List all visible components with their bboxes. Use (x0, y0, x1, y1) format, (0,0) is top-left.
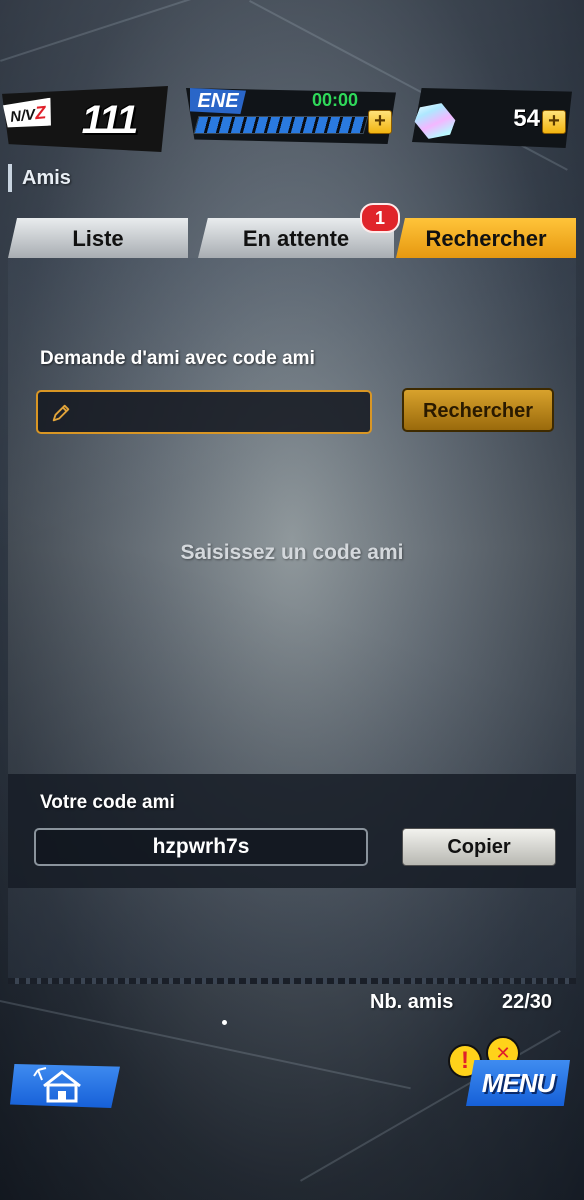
my-friend-code: hzpwrh7s (34, 828, 368, 866)
pencil-icon (52, 404, 70, 422)
add-energy-button[interactable]: + (368, 110, 392, 134)
tab-rechercher[interactable]: Rechercher (396, 218, 576, 258)
friend-code-field[interactable] (36, 390, 372, 434)
pending-badge: 1 (360, 203, 400, 233)
empty-state-message: Saisissez un code ami (180, 541, 404, 564)
level-tag-suffix: Z (33, 102, 47, 124)
page-indicator-dot (222, 1020, 227, 1025)
home-icon (33, 1067, 81, 1103)
search-heading: Demande d'ami avec code ami (40, 348, 315, 369)
player-level: 111 (81, 98, 139, 142)
energy-bar-fill (194, 117, 368, 133)
search-button[interactable]: Rechercher (402, 388, 554, 432)
copy-button[interactable]: Copier (402, 828, 556, 866)
gem-count: 54 (513, 105, 540, 132)
page-title: Amis (8, 164, 71, 192)
top-hud: N/VZ 111 ENE 00:00 + 54 + (0, 0, 584, 160)
energy-timer: 00:00 (311, 90, 359, 110)
add-gems-button[interactable]: + (542, 110, 566, 134)
friend-code-input[interactable] (80, 392, 364, 434)
menu-button[interactable]: MENU (466, 1060, 570, 1106)
tab-liste[interactable]: Liste (8, 218, 188, 258)
my-code-heading: Votre code ami (40, 792, 175, 813)
energy-label: ENE (190, 88, 246, 114)
panel-bottom-edge (8, 978, 576, 984)
friends-count-value: 22/30 (502, 991, 553, 1013)
friends-count-label: Nb. amis (370, 991, 454, 1013)
energy-bar (193, 116, 369, 134)
level-tag-text: N/V (9, 106, 37, 126)
